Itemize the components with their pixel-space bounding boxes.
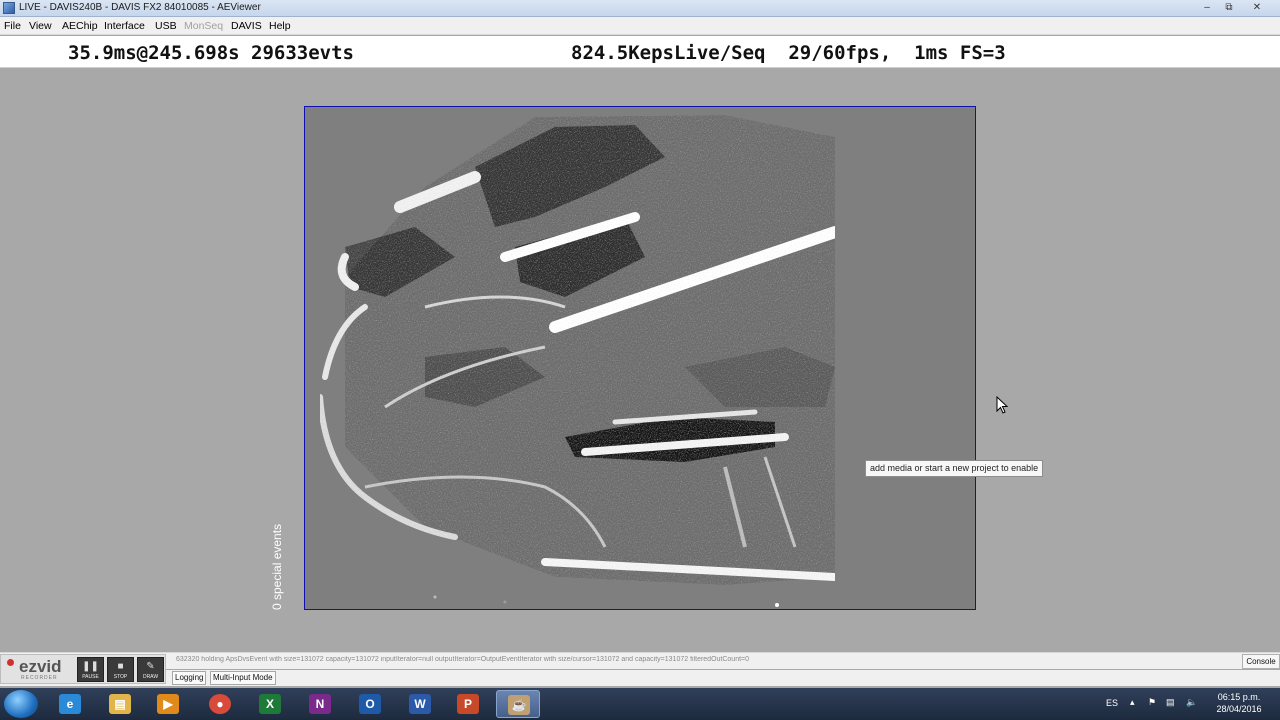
event-camera-view[interactable] <box>304 106 976 610</box>
system-clock[interactable]: 06:15 p.m. 28/04/2016 <box>1206 691 1272 715</box>
menu-file[interactable]: File <box>4 20 21 32</box>
app-icon <box>3 2 15 14</box>
onenote-icon: N <box>309 694 331 714</box>
clock-date: 28/04/2016 <box>1216 704 1262 714</box>
close-button[interactable]: ✕ <box>1246 0 1268 16</box>
taskbar-media-player[interactable]: ▶ <box>146 690 190 718</box>
menu-usb[interactable]: USB <box>155 20 177 32</box>
window-title: LIVE - DAVIS240B - DAVIS FX2 84010085 - … <box>19 2 261 13</box>
start-button[interactable] <box>4 690 38 718</box>
language-indicator[interactable]: ES <box>1106 698 1118 708</box>
tray-expand-icon[interactable]: ▴ <box>1130 697 1135 708</box>
pause-icon: ❚❚ <box>82 661 99 672</box>
status-readout: 35.9ms@245.698s 29633evts 824.5KepsLive/… <box>0 36 1280 68</box>
menu-aechip[interactable]: AEChip <box>62 20 98 32</box>
status-time-events: 35.9ms@245.698s 29633evts <box>68 42 354 64</box>
window-titlebar: LIVE - DAVIS240B - DAVIS FX2 84010085 - … <box>0 0 1280 17</box>
menu-help[interactable]: Help <box>269 20 291 32</box>
menu-interface[interactable]: Interface <box>104 20 145 32</box>
special-events-label: 0 special events <box>270 523 284 610</box>
menu-davis[interactable]: DAVIS <box>231 20 262 32</box>
ezvid-tooltip: add media or start a new project to enab… <box>865 460 1044 477</box>
media-player-icon: ▶ <box>157 694 179 714</box>
clock-time: 06:15 p.m. <box>1217 692 1261 702</box>
ezvid-logo: ezvid <box>19 657 62 676</box>
excel-icon: X <box>259 694 281 714</box>
ezvid-pause-button[interactable]: ❚❚ PAUSE <box>77 657 104 682</box>
volume-icon[interactable]: 🔈 <box>1186 697 1197 708</box>
menu-bar: File View AEChip Interface USB MonSeq DA… <box>0 17 1280 35</box>
log-message: 632320 holding ApsDvsEvent with size=131… <box>176 656 750 663</box>
taskbar-chrome[interactable]: ● <box>198 690 242 718</box>
console-button[interactable]: Console <box>1242 654 1280 669</box>
draw-icon: ✎ <box>146 661 155 672</box>
event-frame-image <box>317 115 841 607</box>
taskbar-word[interactable]: W <box>398 690 442 718</box>
flag-icon[interactable]: ⚑ <box>1148 697 1156 708</box>
outlook-icon: O <box>359 694 381 714</box>
taskbar-excel[interactable]: X <box>248 690 292 718</box>
log-bar: 632320 holding ApsDvsEvent with size=131… <box>0 652 1280 669</box>
taskbar-powerpoint[interactable]: P <box>446 690 490 718</box>
folder-icon: ▤ <box>109 694 131 714</box>
taskbar-outlook[interactable]: O <box>348 690 392 718</box>
java-icon: ☕ <box>508 695 530 715</box>
stop-icon: ■ <box>117 661 124 672</box>
record-indicator-icon <box>7 659 14 666</box>
logging-button[interactable]: Logging <box>172 671 207 685</box>
mode-bar: Logging Multi-Input Mode <box>0 670 1280 686</box>
windows-taskbar: e ▤ ▶ ● X N O W P ☕ ES ▴ ⚑ ▤ 🔈 06:15 p.m… <box>0 688 1280 720</box>
taskbar-file-explorer[interactable]: ▤ <box>98 690 142 718</box>
minimize-button[interactable]: – <box>1196 0 1218 16</box>
chrome-icon: ● <box>209 694 231 714</box>
status-rate-fps: 824.5KepsLive/Seq 29/60fps, 1ms FS=3 <box>571 42 1006 64</box>
ezvid-draw-button[interactable]: ✎ DRAW <box>137 657 164 682</box>
maximize-button[interactable]: ⧉ <box>1218 0 1240 16</box>
word-icon: W <box>409 694 431 714</box>
powerpoint-icon: P <box>457 694 479 714</box>
mouse-cursor-icon <box>996 396 1008 414</box>
multi-input-mode-button[interactable]: Multi-Input Mode <box>210 671 276 685</box>
taskbar-onenote[interactable]: N <box>298 690 342 718</box>
ezvid-stop-button[interactable]: ■ STOP <box>107 657 134 682</box>
taskbar-internet-explorer[interactable]: e <box>48 690 92 718</box>
network-icon[interactable]: ▤ <box>1166 697 1175 708</box>
menu-view[interactable]: View <box>29 20 52 32</box>
ezvid-subtitle: RECORDER <box>21 675 58 681</box>
internet-explorer-icon: e <box>59 694 81 714</box>
ezvid-recorder: ezvid RECORDER ❚❚ PAUSE ■ STOP ✎ DRAW <box>0 654 166 684</box>
menu-monseq: MonSeq <box>184 20 224 32</box>
taskbar-java-aeviewer[interactable]: ☕ <box>496 690 540 718</box>
